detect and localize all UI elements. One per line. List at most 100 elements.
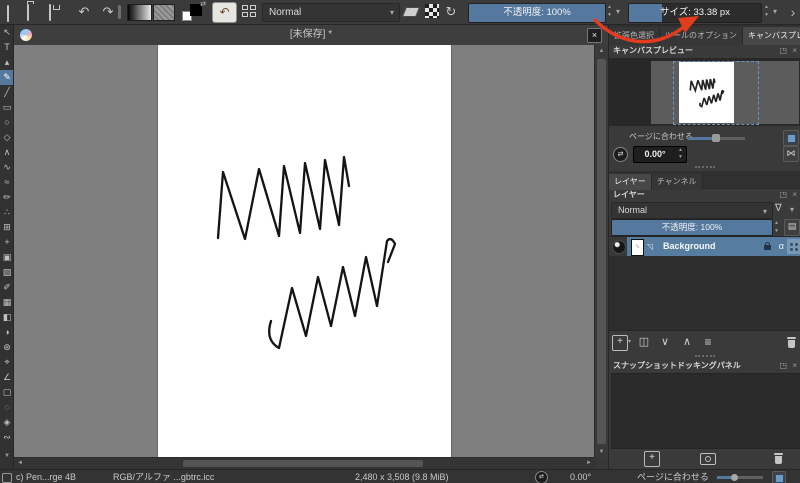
dynamic-brush-tool-icon[interactable]: ✏ (0, 190, 14, 205)
shape-select-tool-icon[interactable]: ↖ (0, 25, 14, 40)
color-sampler-tool-icon[interactable]: ✐ (0, 280, 14, 295)
duplicate-layer-button[interactable]: ◫ (635, 333, 653, 351)
blending-mode-select[interactable]: Normal (262, 3, 400, 22)
edit-shapes-tool-icon[interactable]: ▴ (0, 55, 14, 70)
save-icon[interactable] (49, 4, 51, 22)
zoom-fit-button[interactable] (772, 471, 786, 483)
swap-colors-icon[interactable]: ⇄ (200, 0, 206, 8)
scroll-down-icon[interactable]: ▼ (595, 446, 608, 458)
polyline-tool-icon[interactable]: ∧ (0, 145, 14, 160)
horizontal-scrollbar[interactable]: ◄ ► (14, 457, 595, 469)
fill-tool-icon[interactable]: ◧ (0, 310, 14, 325)
canvas-preview-box[interactable] (609, 58, 800, 126)
scroll-left-icon[interactable]: ◄ (14, 458, 26, 469)
opacity-slider[interactable]: 不透明度: 100% (468, 3, 606, 23)
zoom-fit-label[interactable]: ページに合わせる (637, 470, 709, 483)
add-layer-button[interactable]: + (612, 335, 628, 351)
brush-size-slider[interactable]: サイズ: 33.38 px (628, 3, 762, 23)
rotation-reset-icon[interactable]: ⇄ (613, 147, 628, 162)
smart-patch-tool-icon[interactable]: ⊛ (0, 340, 14, 355)
preview-fit-button[interactable] (783, 130, 799, 146)
pattern-swatch[interactable] (153, 4, 175, 21)
layer-alpha-lock-icon[interactable]: α (779, 237, 784, 256)
canvas-viewport[interactable] (14, 45, 595, 458)
polygon-tool-icon[interactable]: ◇ (0, 130, 14, 145)
layer-visibility-cell[interactable] (609, 237, 627, 256)
zoom-slider[interactable] (717, 476, 763, 479)
canvas-rotation-icon[interactable]: ⇄ (535, 471, 548, 483)
layer-blend-select[interactable]: Normal (611, 202, 773, 219)
move-layer-up-button[interactable]: ∧ (678, 333, 696, 351)
new-document-icon[interactable] (7, 5, 9, 23)
rectangle-tool-icon[interactable]: ▭ (0, 100, 14, 115)
opacity-spinner[interactable]: ▲▼ (605, 3, 614, 21)
delete-layer-button[interactable] (787, 337, 796, 348)
tab-canvas-preview[interactable]: キャンバスプレビュー (743, 27, 800, 45)
toolbox-scroll-more-icon[interactable]: ▼ (0, 453, 14, 459)
snapshot-list[interactable] (611, 373, 800, 449)
scroll-right-icon[interactable]: ► (583, 458, 595, 469)
layer-filter-funnel-icon[interactable]: ∇ (775, 202, 782, 216)
layer-opacity-spinner[interactable]: ▲▼ (772, 219, 781, 234)
layer-opacity-slider[interactable]: 不透明度: 100% (611, 219, 773, 236)
text-tool-icon[interactable]: T (0, 40, 14, 55)
toolbar-overflow-icon[interactable]: › (787, 3, 799, 21)
switch-snapshot-button[interactable] (700, 453, 716, 465)
polygon-select-tool-icon[interactable]: ◈ (0, 415, 14, 430)
layer-filter-caret[interactable]: ▾ (790, 205, 794, 214)
vertical-scroll-thumb[interactable] (597, 59, 606, 444)
colorize-mask-tool-icon[interactable]: ◑ (0, 325, 14, 340)
multibrush-tool-icon[interactable]: ∴ (0, 205, 14, 220)
float-snapshot-icon[interactable]: ◳ (779, 361, 787, 371)
foreground-background-colors[interactable]: ⇄ (182, 3, 204, 21)
rotation-spinbox[interactable]: 0.00° ▲▼ (633, 146, 687, 163)
layer-name[interactable]: Background (663, 237, 716, 256)
bezier-tool-icon[interactable]: ∿ (0, 160, 14, 175)
current-brush-label[interactable]: c) Pen...rge 4B (16, 470, 76, 483)
layer-row-background[interactable]: ∿ ◹ Background α (627, 237, 800, 256)
create-snapshot-button[interactable]: + (644, 451, 660, 467)
docker-splitter-2[interactable] (695, 355, 715, 357)
layer-properties-button[interactable]: ≡ (699, 333, 717, 351)
eye-icon[interactable] (612, 240, 626, 254)
reload-preset-icon[interactable]: ↻ (444, 3, 458, 21)
ellipse-select-tool-icon[interactable]: ◌ (0, 400, 14, 415)
delete-snapshot-button[interactable] (774, 453, 783, 464)
tab-advanced-color-selector[interactable]: 拡張色選択 (609, 27, 660, 45)
undo-icon[interactable]: ↶ (76, 3, 92, 21)
line-tool-icon[interactable]: ╱ (0, 85, 14, 100)
measure-tool-icon[interactable]: ∠ (0, 370, 14, 385)
assistants-tool-icon[interactable]: ⌖ (0, 355, 14, 370)
layer-inherit-alpha-icon[interactable] (787, 239, 800, 254)
docker-splitter[interactable] (695, 166, 715, 168)
vertical-scrollbar[interactable]: ▲ ▼ (594, 45, 608, 458)
crop-tool-icon[interactable]: ▣ (0, 250, 14, 265)
freehand-select-tool-icon[interactable]: ∾ (0, 430, 14, 445)
open-document-icon[interactable] (27, 4, 29, 22)
size-spinner[interactable]: ▲▼ (762, 3, 771, 21)
close-docker-icon[interactable]: × (792, 46, 797, 56)
zoom-slider-handle[interactable] (731, 474, 738, 481)
float-layers-icon[interactable]: ◳ (779, 190, 787, 200)
close-layers-icon[interactable]: × (792, 190, 797, 200)
gradient-tool-icon[interactable]: ▨ (0, 265, 14, 280)
ellipse-tool-icon[interactable]: ○ (0, 115, 14, 130)
float-docker-icon[interactable]: ◳ (779, 46, 787, 56)
gradient-swatch[interactable] (127, 4, 152, 21)
layer-view-options-button[interactable]: ▤ (784, 219, 800, 236)
size-options-caret[interactable]: ▾ (773, 7, 777, 16)
move-layer-down-button[interactable]: ∨ (656, 333, 674, 351)
freehand-path-tool-icon[interactable]: ≈ (0, 175, 14, 190)
color-profile-label[interactable]: RGB/アルファ ...gbtrc.icc (113, 470, 214, 483)
tab-tool-options[interactable]: ツールのオプション (660, 27, 743, 45)
rect-select-tool-icon[interactable]: ▢ (0, 385, 14, 400)
canvas-page[interactable] (158, 45, 451, 458)
preserve-alpha-icon[interactable] (425, 4, 439, 18)
add-layer-caret[interactable]: ▾ (628, 338, 631, 345)
mirror-view-button[interactable]: ⋈ (783, 146, 799, 162)
preview-zoom-handle[interactable] (712, 134, 720, 142)
preview-view-rect[interactable] (673, 61, 759, 125)
horizontal-scroll-thumb[interactable] (183, 460, 423, 467)
eraser-mode-icon[interactable] (402, 7, 420, 17)
workspace-chooser-icon[interactable] (242, 5, 257, 18)
